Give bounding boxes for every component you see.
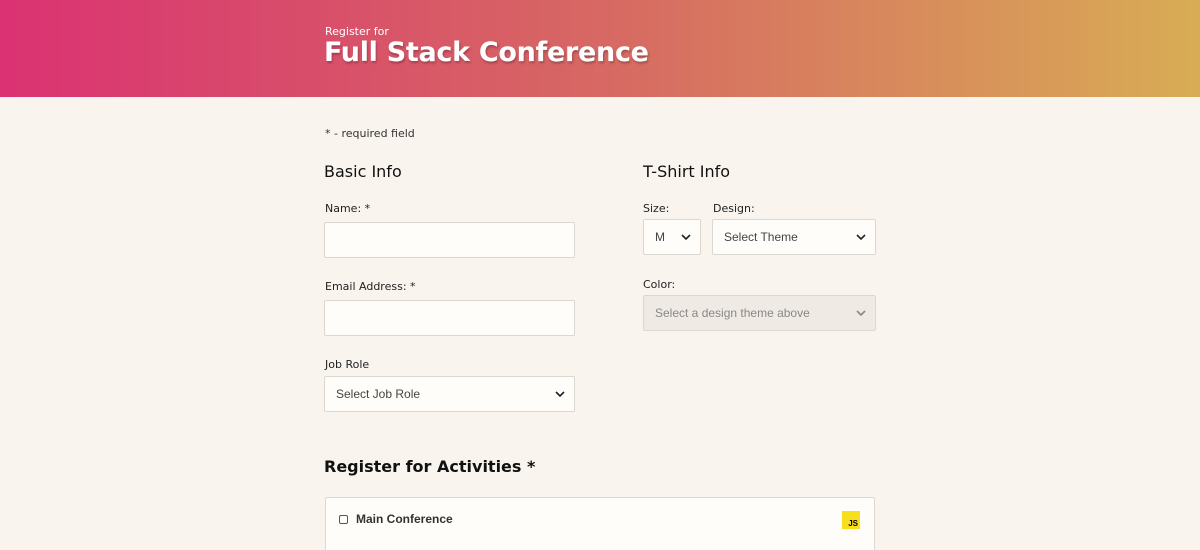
color-label: Color:	[643, 278, 676, 291]
size-selected: M	[655, 230, 665, 244]
name-label: Name: *	[325, 202, 371, 215]
chevron-down-icon	[856, 310, 866, 316]
job-role-label: Job Role	[325, 358, 370, 371]
size-select[interactable]: M	[643, 219, 701, 255]
activity-item-main-conference[interactable]: Main Conference JS	[325, 497, 875, 550]
chevron-down-icon	[681, 234, 691, 240]
required-field-note: * - required field	[325, 127, 415, 140]
chevron-down-icon	[856, 234, 866, 240]
page-title: Full Stack Conference	[324, 37, 649, 68]
basic-info-heading: Basic Info	[324, 162, 402, 181]
design-select[interactable]: Select Theme	[712, 219, 876, 255]
javascript-icon: JS	[842, 511, 860, 529]
design-label: Design:	[713, 202, 755, 215]
name-field[interactable]	[324, 222, 575, 258]
email-label: Email Address: *	[325, 280, 416, 293]
chevron-down-icon	[555, 391, 565, 397]
page-header: Register for Full Stack Conference	[0, 0, 1200, 97]
job-role-selected: Select Job Role	[336, 387, 421, 401]
email-field[interactable]	[324, 300, 575, 336]
color-select[interactable]: Select a design theme above	[643, 295, 876, 331]
size-label: Size:	[643, 202, 670, 215]
job-role-select[interactable]: Select Job Role	[324, 376, 575, 412]
main-conference-checkbox[interactable]	[339, 515, 348, 524]
activities-heading: Register for Activities *	[324, 457, 536, 476]
design-selected: Select Theme	[724, 230, 798, 244]
color-selected: Select a design theme above	[655, 306, 810, 320]
activity-label: Main Conference	[356, 512, 453, 526]
tshirt-info-heading: T-Shirt Info	[643, 162, 731, 181]
